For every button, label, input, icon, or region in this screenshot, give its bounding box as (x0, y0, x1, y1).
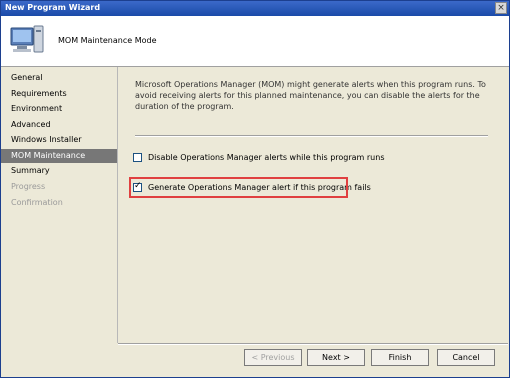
wizard-window: New Program Wizard × MOM Maintenance Mod… (0, 0, 510, 378)
highlight-box (129, 177, 348, 198)
computer-icon (10, 25, 44, 53)
window-title: New Program Wizard (5, 3, 101, 12)
disable-alerts-checkbox[interactable] (133, 152, 142, 162)
description-text: Microsoft Operations Manager (MOM) might… (135, 80, 486, 111)
nav-item-advanced[interactable]: Advanced (1, 118, 117, 132)
previous-button[interactable]: < Previous (244, 349, 302, 366)
next-button[interactable]: Next > (307, 349, 365, 366)
nav-item-confirmation: Confirmation (11, 198, 63, 207)
wizard-nav: General Requirements Environment Advance… (1, 67, 117, 377)
nav-item-general[interactable]: General (1, 71, 117, 85)
nav-item-summary[interactable]: Summary (1, 164, 117, 178)
nav-item-progress: Progress (11, 182, 46, 191)
nav-item-windows-installer[interactable]: Windows Installer (1, 133, 117, 147)
nav-item-requirements[interactable]: Requirements (1, 87, 117, 101)
disable-alerts-label[interactable]: Disable Operations Manager alerts while … (148, 153, 385, 162)
nav-item-mom-maintenance[interactable]: MOM Maintenance (1, 149, 117, 163)
finish-button[interactable]: Finish (371, 349, 429, 366)
nav-item-environment[interactable]: Environment (1, 102, 117, 116)
close-icon: × (497, 3, 505, 13)
wizard-content: Microsoft Operations Manager (MOM) might… (118, 67, 508, 343)
disable-alerts-option[interactable]: Disable Operations Manager alerts while … (133, 150, 385, 164)
close-button[interactable]: × (495, 2, 507, 14)
wizard-header: MOM Maintenance Mode (1, 16, 509, 67)
page-title: MOM Maintenance Mode (58, 36, 157, 45)
title-bar[interactable]: New Program Wizard × (1, 1, 509, 16)
footer-divider (118, 343, 508, 345)
cancel-button[interactable]: Cancel (437, 349, 495, 366)
content-divider (135, 135, 488, 137)
